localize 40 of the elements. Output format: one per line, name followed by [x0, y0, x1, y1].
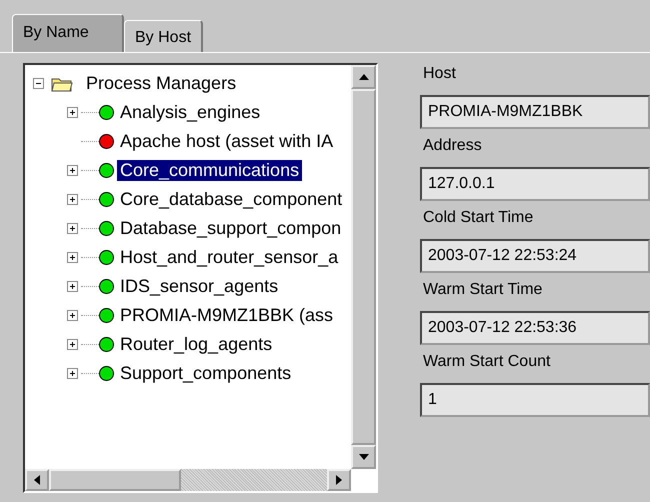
expand-icon[interactable]: [67, 310, 78, 321]
scroll-right-icon[interactable]: [327, 469, 351, 491]
text-field[interactable]: 2003-07-12 22:53:36: [420, 311, 650, 345]
field-label: Warm Start Count: [422, 353, 552, 372]
field-label: Warm Start Time: [422, 281, 544, 300]
scroll-up-icon[interactable]: [351, 65, 376, 89]
tree-item[interactable]: PROMIA-M9MZ1BBK (ass: [117, 305, 336, 326]
tree-item[interactable]: Host_and_router_sensor_a: [117, 247, 342, 268]
tree-item[interactable]: Apache host (asset with IA: [117, 131, 336, 152]
tree-item[interactable]: Router_log_agents: [117, 334, 276, 355]
text-field[interactable]: PROMIA-M9MZ1BBK: [420, 95, 650, 129]
expand-icon[interactable]: [67, 107, 78, 118]
tab[interactable]: By Host: [124, 20, 204, 52]
tree-item[interactable]: Database_support_compon: [117, 218, 344, 239]
scroll-down-icon[interactable]: [351, 445, 376, 469]
field-label: Host: [422, 65, 457, 84]
text-field[interactable]: 2003-07-12 22:53:24: [420, 239, 650, 273]
scroll-thumb[interactable]: [49, 469, 181, 491]
tree-item[interactable]: Analysis_engines: [117, 102, 264, 123]
text-field[interactable]: 127.0.0.1: [420, 167, 650, 201]
field-label: Cold Start Time: [422, 209, 534, 228]
field-label: Address: [422, 137, 483, 156]
collapse-icon[interactable]: [33, 78, 44, 89]
expand-icon[interactable]: [67, 165, 78, 176]
expand-icon[interactable]: [67, 194, 78, 205]
tree-item[interactable]: Support_components: [117, 363, 294, 384]
tree-item[interactable]: IDS_sensor_agents: [117, 276, 282, 297]
expand-icon[interactable]: [67, 368, 78, 379]
tree-item[interactable]: Core_communications: [117, 160, 302, 181]
expand-icon[interactable]: [67, 223, 78, 234]
expand-icon[interactable]: [67, 339, 78, 350]
tree-item[interactable]: Core_database_component: [117, 189, 346, 210]
scroll-left-icon[interactable]: [25, 469, 49, 491]
expand-icon[interactable]: [67, 252, 78, 263]
horizontal-scrollbar[interactable]: [25, 469, 351, 491]
folder-icon: [51, 76, 73, 92]
text-field[interactable]: 1: [420, 383, 650, 417]
tab[interactable]: By Name: [12, 14, 124, 52]
tree-item[interactable]: Process Managers: [83, 73, 240, 94]
expand-icon[interactable]: [67, 281, 78, 292]
